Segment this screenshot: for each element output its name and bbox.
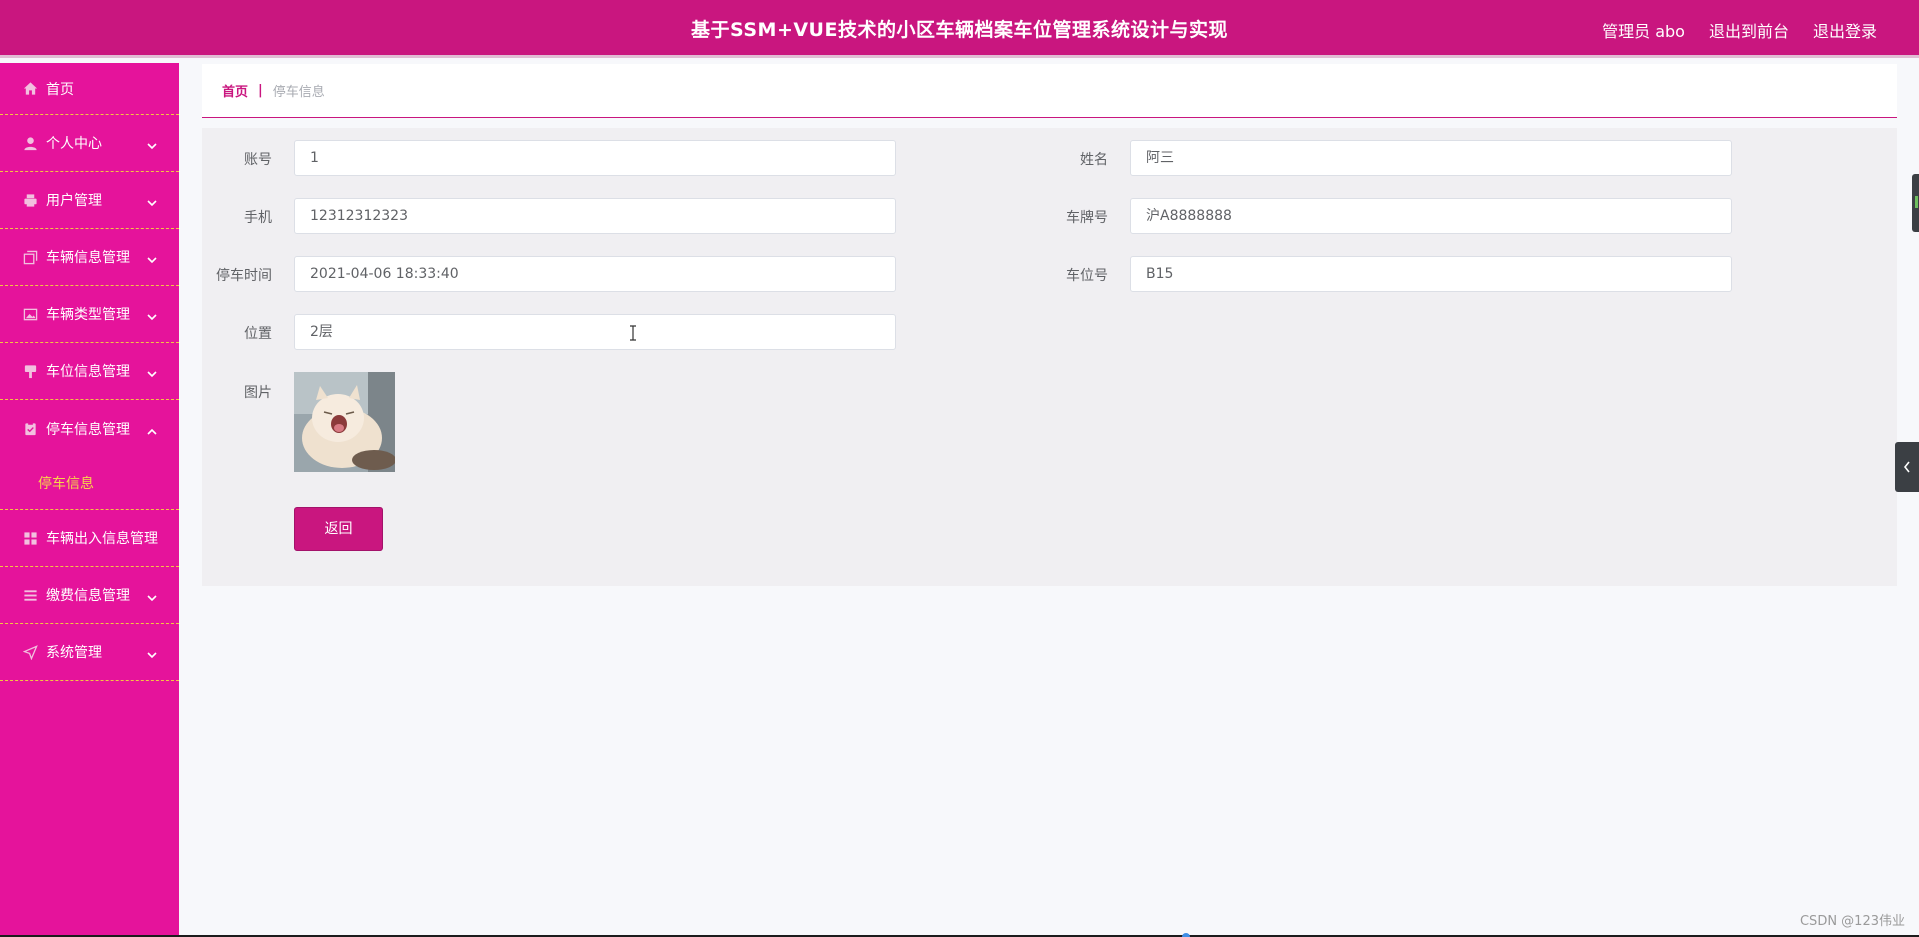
- parking-time-field[interactable]: 2021-04-06 18:33:40: [294, 256, 896, 292]
- sidebar-item-payment-info[interactable]: 缴费信息管理: [0, 567, 179, 624]
- vehicle-photo[interactable]: [294, 372, 395, 472]
- collapse-panel-button[interactable]: [1895, 442, 1919, 492]
- stamp-icon: [22, 363, 38, 379]
- home-icon: [22, 81, 38, 97]
- logout-link[interactable]: 退出登录: [1813, 18, 1877, 42]
- breadcrumb: 首页 | 停车信息: [202, 64, 1897, 118]
- chevron-down-icon: [147, 250, 157, 264]
- header-actions: 管理员 abo 退出到前台 退出登录: [1602, 18, 1877, 42]
- name-label: 姓名: [1080, 152, 1108, 168]
- sidebar-item-label: 个人中心: [46, 136, 102, 152]
- sidebar-item-label: 缴费信息管理: [46, 588, 130, 604]
- sidebar-item-vehicle-info[interactable]: 车辆信息管理: [0, 229, 179, 286]
- menu-icon: [22, 587, 38, 603]
- sidebar-item-vehicle-type[interactable]: 车辆类型管理: [0, 286, 179, 343]
- sidebar-subitem-parking-info[interactable]: 停车信息: [0, 457, 179, 509]
- sidebar-item-label: 车辆信息管理: [46, 250, 130, 266]
- name-field[interactable]: 阿三: [1130, 140, 1732, 176]
- sidebar-item-label: 车辆类型管理: [46, 307, 130, 323]
- bottom-indicator: [1182, 933, 1190, 937]
- watermark: CSDN @123伟业: [1799, 914, 1905, 929]
- sidebar-menu: 首页 个人中心 用户管理 车辆信息管理 车辆类型管理 车位信息管理 停车信息管理…: [0, 63, 179, 937]
- sidebar-item-label: 车辆出入信息管理: [46, 531, 158, 547]
- chevron-down-icon: [147, 193, 157, 207]
- chevron-down-icon: [147, 364, 157, 378]
- top-header: 基于SSM+VUE技术的小区车辆档案车位管理系统设计与实现 管理员 abo 退出…: [0, 0, 1919, 58]
- sidebar-item-label: 用户管理: [46, 193, 102, 209]
- plate-label: 车牌号: [1066, 210, 1108, 226]
- sidebar-item-parking-space-info[interactable]: 车位信息管理: [0, 343, 179, 400]
- image-label: 图片: [244, 385, 272, 401]
- parking-detail-form: 账号 1 姓名 阿三 手机 12312312323 车牌号 沪A8888888 …: [202, 128, 1897, 586]
- text-cursor-icon: [630, 325, 636, 341]
- sidebar-item-vehicle-access[interactable]: 车辆出入信息管理: [0, 510, 179, 567]
- sidebar-item-parking-info[interactable]: 停车信息管理: [0, 400, 179, 457]
- chevron-down-icon: [147, 136, 157, 150]
- printer-icon: [22, 192, 38, 208]
- sidebar-item-label: 系统管理: [46, 645, 102, 661]
- front-end-link[interactable]: 退出到前台: [1709, 18, 1789, 42]
- chevron-left-icon: [1903, 461, 1910, 473]
- chevron-up-icon: [147, 422, 157, 435]
- chevron-down-icon: [147, 645, 157, 659]
- chevron-down-icon: [147, 588, 157, 602]
- side-widget-tab[interactable]: [1912, 174, 1919, 232]
- breadcrumb-current: 停车信息: [272, 85, 325, 100]
- phone-field[interactable]: 12312312323: [294, 198, 896, 234]
- sidebar-item-home[interactable]: 首页: [0, 63, 179, 115]
- plate-field[interactable]: 沪A8888888: [1130, 198, 1732, 234]
- location-field[interactable]: 2层: [294, 314, 896, 350]
- sidebar-item-system-management[interactable]: 系统管理: [0, 624, 179, 681]
- account-field[interactable]: 1: [294, 140, 896, 176]
- sidebar-item-label: 车位信息管理: [46, 364, 130, 380]
- breadcrumb-home[interactable]: 首页: [222, 81, 248, 100]
- picture-icon: [22, 306, 38, 322]
- phone-label: 手机: [244, 210, 272, 226]
- sidebar-item-label: 停车信息管理: [46, 421, 130, 438]
- space-number-field[interactable]: B15: [1130, 256, 1732, 292]
- space-number-label: 车位号: [1066, 268, 1108, 284]
- clipboard-icon: [22, 421, 38, 437]
- parking-time-label: 停车时间: [216, 268, 272, 284]
- sidebar-item-label: 首页: [46, 81, 74, 98]
- location-label: 位置: [244, 326, 272, 342]
- user-icon: [22, 135, 38, 151]
- sidebar-item-user-management[interactable]: 用户管理: [0, 172, 179, 229]
- back-button[interactable]: 返回: [294, 507, 383, 551]
- chevron-down-icon: [147, 307, 157, 321]
- breadcrumb-separator: |: [258, 83, 263, 98]
- grid-icon: [22, 530, 38, 546]
- sidebar-item-personal-center[interactable]: 个人中心: [0, 115, 179, 172]
- submenu-parking-info: 停车信息管理 停车信息: [0, 400, 179, 510]
- account-label: 账号: [244, 152, 272, 168]
- copy-icon: [22, 249, 38, 265]
- admin-user-label: 管理员 abo: [1602, 22, 1685, 41]
- send-icon: [22, 644, 38, 660]
